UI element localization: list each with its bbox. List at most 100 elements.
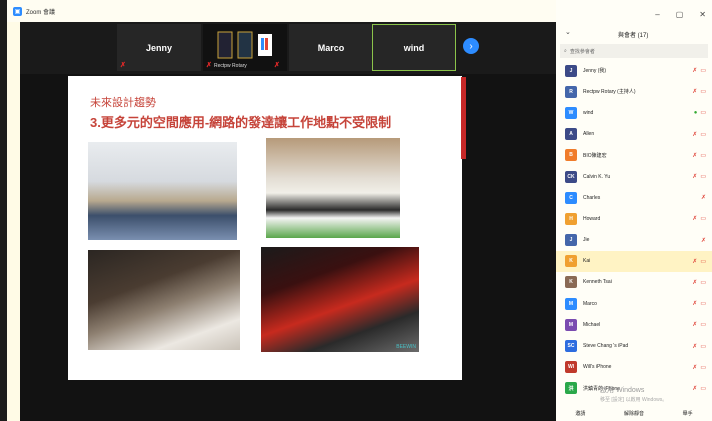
participant-name: Kenneth Tsai [583, 279, 612, 286]
participant-name: Kai [583, 258, 591, 265]
video-tile-wind[interactable]: wind [372, 24, 456, 71]
participant-row[interactable]: K Kenneth Tsai ✗ ▭ [556, 272, 712, 293]
participant-row[interactable]: Wwind ● ▭ [556, 102, 712, 123]
video-off-icon: ▭ [700, 68, 706, 75]
office-photo-3 [88, 250, 240, 350]
participant-status-icons: ✗ ▭ [692, 173, 706, 180]
photo-watermark: BEEWIN [396, 344, 416, 350]
participant-search-input[interactable]: ⌕ 查找參會者 [560, 44, 708, 58]
participant-name: Allen [583, 131, 595, 138]
participant-row[interactable]: A Allen ✗ ▭ [556, 124, 712, 145]
slide-accent-bar [461, 77, 466, 159]
meeting-bottom-strip [20, 401, 556, 421]
participant-status-icons: ✗ ▭ [692, 364, 706, 371]
video-off-icon: ▭ [700, 131, 706, 138]
tile-label: wind [403, 42, 425, 53]
minimize-button[interactable]: – [655, 10, 659, 19]
search-placeholder: 查找參會者 [569, 48, 595, 55]
participant-name: Steve Chang 's iPad [583, 343, 629, 350]
raise-hand-button[interactable]: 舉手 [683, 410, 693, 417]
windows-activation-title: 啟用 Windows [600, 387, 645, 394]
maximize-button[interactable]: ▢ [676, 10, 684, 19]
participant-name: Calvin K. Yu [583, 173, 611, 180]
participant-row[interactable]: C Charles ✗ [556, 187, 712, 208]
close-button[interactable]: ✕ [699, 10, 706, 19]
invite-button[interactable]: 邀請 [575, 410, 585, 417]
participant-avatar: CK [565, 170, 577, 183]
participant-avatar: J [565, 64, 577, 77]
participant-row[interactable]: K Kai ✗ ▭ [556, 250, 712, 272]
video-off-icon: ▭ [700, 216, 706, 223]
mic-muted-icon: ✗ [120, 62, 126, 69]
participant-avatar: W [565, 106, 577, 119]
office-photo-1 [88, 142, 237, 240]
shared-slide: 未來設計趨勢 3.更多元的空間應用-網路的發達讓工作地點不受限制 BEEWIN [68, 76, 462, 380]
participant-row[interactable]: R Rectpw Rotary (主持人) ✗ ▭ [556, 81, 712, 102]
participant-status-icons: ✗ [701, 194, 706, 201]
participant-row[interactable]: M Marco ✗ ▭ [556, 293, 712, 314]
participant-avatar: A [565, 128, 577, 141]
participant-row[interactable]: H Howard ✗ ▭ [556, 208, 712, 229]
title-bar: ▣ Zoom 會議 [7, 0, 556, 22]
next-page-button[interactable]: › [463, 38, 479, 54]
participant-row[interactable]: WI Will's iPhone ✗ ▭ [556, 357, 712, 378]
participant-status-icons: ✗ ▭ [692, 67, 706, 74]
participant-avatar: K [565, 276, 577, 289]
participant-name: Michael [583, 321, 601, 328]
zoom-logo-icon: ▣ [13, 6, 22, 16]
participant-status-icons: ✗ ▭ [692, 300, 706, 307]
participant-status-icons: ✗ ▭ [692, 279, 706, 286]
mic-muted-icon: ✗ [692, 131, 698, 138]
participant-row[interactable]: M Michael ✗ ▭ [556, 314, 712, 335]
participant-row[interactable]: J Jenny (我) ✗ ▭ [556, 60, 712, 81]
tile-label: Jenny [145, 42, 172, 53]
video-off-icon: ▭ [700, 174, 706, 181]
video-tile-marco[interactable]: Marco ✗ [274, 24, 373, 71]
tile-label: Marco [317, 42, 345, 53]
mic-muted-icon: ✗ [692, 258, 698, 265]
participant-status-icons: ✗ ▭ [692, 131, 706, 138]
video-off-icon: ▭ [700, 364, 706, 371]
participant-row[interactable]: B BIO陳建宏 ✗ ▭ [556, 145, 712, 166]
participant-name: Will's iPhone [583, 364, 612, 371]
participant-status-icons: ✗ ▭ [692, 152, 706, 159]
video-off-icon: ▭ [700, 258, 706, 265]
window-controls: – ▢ ✕ [655, 10, 706, 19]
video-off-icon: ▭ [700, 89, 706, 96]
mic-muted-icon: ✗ [692, 279, 698, 286]
participant-row[interactable]: J Jie ✗ [556, 230, 712, 251]
participant-avatar: R [565, 85, 577, 98]
mic-muted-icon: ✗ [692, 174, 698, 181]
video-tile-jenny[interactable]: Jenny ✗ [117, 24, 201, 71]
participant-name: Jenny (我) [583, 68, 607, 75]
participant-row[interactable]: CK Calvin K. Yu ✗ ▭ [556, 166, 712, 187]
rotary-video-thumbnail [217, 31, 272, 58]
participant-name: Howard [583, 215, 601, 222]
office-photo-4: BEEWIN [261, 247, 419, 352]
unmute-all-button[interactable]: 解除靜音 [624, 410, 644, 417]
mic-muted-icon: ✗ [692, 322, 698, 329]
slide-subtitle: 3.更多元的空間應用-網路的發達讓工作地點不受限制 [90, 115, 392, 130]
office-photo-2 [266, 138, 400, 238]
mic-muted-icon: ✗ [692, 68, 698, 75]
participant-avatar: WI [565, 361, 577, 374]
mic-muted-icon: ✗ [700, 195, 706, 202]
participant-avatar: C [565, 191, 577, 204]
mic-muted-icon: ✗ [206, 62, 212, 69]
video-off-icon: ▭ [700, 279, 706, 286]
participant-status-icons: ✗ ▭ [692, 88, 706, 95]
video-strip: Jenny ✗ ✗ Rectpw Rotary Marco ✗ wind › [20, 22, 556, 74]
video-off-icon: ▭ [700, 385, 706, 392]
zoom-window: ▣ Zoom 會議 Jenny ✗ ✗ Rectpw Rotary Marco … [0, 0, 712, 421]
participant-avatar: B [565, 149, 577, 162]
tile-label: Rectpw Rotary [214, 63, 247, 69]
participant-avatar: M [565, 297, 577, 310]
collapse-chevron-icon[interactable]: ⌄ [565, 28, 571, 36]
video-off-icon: ▭ [700, 343, 706, 350]
participant-status-icons: ✗ ▭ [692, 343, 706, 350]
participant-row[interactable]: SC Steve Chang 's iPad ✗ ▭ [556, 335, 712, 356]
video-off-icon: ▭ [700, 322, 706, 329]
participant-name: Jie [583, 237, 590, 244]
mic-muted-icon: ✗ [692, 364, 698, 371]
participant-status-icons: ✗ ▭ [692, 321, 706, 328]
